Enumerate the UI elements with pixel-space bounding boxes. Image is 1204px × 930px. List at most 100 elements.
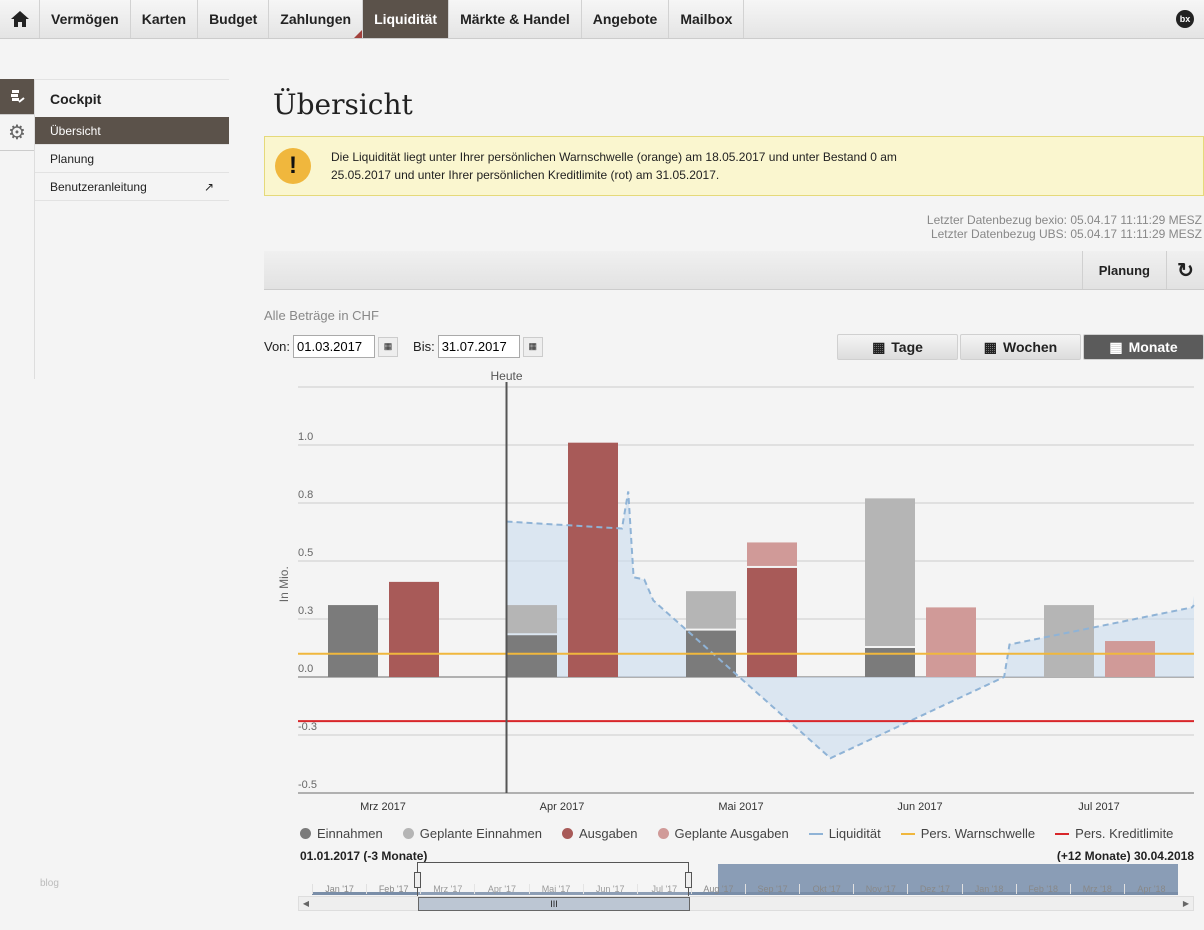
submenu-indicator xyxy=(354,30,363,38)
legend-label: Ausgaben xyxy=(578,826,638,841)
legend-label: Pers. Warnschwelle xyxy=(920,826,1036,841)
legend-label: Geplante Ausgaben xyxy=(674,826,789,841)
bar-geplante-einnahmen xyxy=(1044,605,1094,677)
calendar-icon[interactable]: ▦ xyxy=(522,336,543,357)
data-timestamps: Letzter Datenbezug bexio: 05.04.17 11:11… xyxy=(927,213,1202,241)
period-monate-button[interactable]: ▦ Monate xyxy=(1083,334,1204,360)
bar-geplante-ausgaben xyxy=(747,542,797,566)
y-tick-label: 0.3 xyxy=(298,605,313,617)
navigator-month-label: Sep '17 xyxy=(745,884,799,894)
period-label: Monate xyxy=(1128,339,1178,355)
period-wochen-button[interactable]: ▦ Wochen xyxy=(960,334,1081,360)
bis-date-input[interactable] xyxy=(437,335,520,358)
side-tabs: ⚙ xyxy=(0,79,34,151)
navigator-scrollbar[interactable]: ◀ III ▶ xyxy=(298,896,1194,911)
planung-button[interactable]: Planung xyxy=(1081,251,1166,289)
bar-ausgaben xyxy=(389,581,439,677)
navigator-start: 01.01.2017 (-3 Monate) xyxy=(300,849,428,863)
x-tick-label: Mai 2017 xyxy=(718,801,763,813)
legend-geplante-ausgaben[interactable]: Geplante Ausgaben xyxy=(657,826,789,841)
today-label: Heute xyxy=(490,369,522,383)
sidebar-item-label: Übersicht xyxy=(50,123,101,138)
alert-line: Die Liquidität liegt unter Ihrer persönl… xyxy=(331,150,897,164)
bar-geplante-ausgaben xyxy=(926,607,976,677)
legend-einnahmen[interactable]: Einnahmen xyxy=(300,826,383,841)
bar-ausgaben xyxy=(568,442,618,677)
sidebar-title: Cockpit xyxy=(35,79,229,117)
alert-line: 25.05.2017 und unter Ihrer persönlichen … xyxy=(331,168,720,182)
calendar-icon: ▦ xyxy=(983,338,998,355)
bar-geplante-einnahmen xyxy=(507,605,557,634)
calendar-icon[interactable]: ▦ xyxy=(378,336,399,357)
nav-angebote[interactable]: Angebote xyxy=(582,0,670,38)
home-icon xyxy=(10,11,29,27)
cockpit-tab[interactable] xyxy=(0,79,34,115)
sidebar-menu: Cockpit Übersicht Planung Benutzeranleit… xyxy=(35,79,229,201)
nav-zahlungen[interactable]: Zahlungen xyxy=(269,0,364,38)
bar-ausgaben xyxy=(747,567,797,677)
nav-maerkte-handel[interactable]: Märkte & Handel xyxy=(449,0,582,38)
bar-einnahmen xyxy=(328,605,378,677)
scrollbar-thumb[interactable]: III xyxy=(418,897,690,911)
home-button[interactable] xyxy=(0,0,40,38)
legend-liquiditaet[interactable]: Liquidität xyxy=(808,826,881,841)
top-navigation: Vermögen Karten Budget Zahlungen Liquidi… xyxy=(0,0,1204,39)
bis-label: Bis: xyxy=(413,339,435,354)
legend-marker xyxy=(300,828,311,839)
settings-tab[interactable]: ⚙ xyxy=(0,115,34,151)
period-label: Tage xyxy=(891,339,923,355)
legend-label: Pers. Kreditlimite xyxy=(1075,826,1174,841)
liquidity-chart: 1.0 0.8 0.5 0.3 0.0 -0.3 -0.5 In Mio. Mrz 2017 Ap… xyxy=(277,369,1195,813)
sidebar-item-uebersicht[interactable]: Übersicht xyxy=(35,117,229,145)
scroll-right-arrow[interactable]: ▶ xyxy=(1179,897,1193,911)
nav-vermoegen[interactable]: Vermögen xyxy=(40,0,131,38)
nav-liquiditaet[interactable]: Liquidität xyxy=(363,0,450,38)
nav-budget[interactable]: Budget xyxy=(198,0,270,38)
y-axis-label: In Mio. xyxy=(277,566,291,602)
timestamp-ubs: Letzter Datenbezug UBS: 05.04.17 11:11:2… xyxy=(930,227,1202,241)
external-link-icon: ↗ xyxy=(203,179,214,194)
timestamp-bexio: Letzter Datenbezug bexio: 05.04.17 11:11… xyxy=(926,213,1202,227)
bexio-logo[interactable]: bx xyxy=(1176,10,1194,28)
navigator-left-handle[interactable] xyxy=(414,872,421,888)
y-tick-label: -0.5 xyxy=(298,779,317,791)
legend-warnschwelle[interactable]: Pers. Warnschwelle xyxy=(900,826,1036,841)
refresh-button[interactable]: ↻ xyxy=(1166,251,1204,289)
refresh-icon: ↻ xyxy=(1177,259,1194,282)
y-tick-label: 0.8 xyxy=(298,489,313,501)
y-tick-label: 0.0 xyxy=(298,663,313,675)
navigator-month-label: Aug '17 xyxy=(690,884,745,894)
bar-geplante-einnahmen xyxy=(865,498,915,646)
calendar-icon: ▦ xyxy=(1109,338,1123,355)
navigator-month-label: Apr '18 xyxy=(1123,884,1178,894)
legend-geplante-einnahmen[interactable]: Geplante Einnahmen xyxy=(402,826,542,841)
sidebar-item-label: Planung xyxy=(50,151,95,166)
nav-karten[interactable]: Karten xyxy=(131,0,199,38)
von-date-input[interactable] xyxy=(293,335,376,358)
exclamation-icon: ! xyxy=(275,148,311,184)
blog-link[interactable]: blog xyxy=(40,878,59,889)
nav-mailbox[interactable]: Mailbox xyxy=(669,0,745,38)
y-tick-label: 0.5 xyxy=(298,547,313,559)
legend-label: Einnahmen xyxy=(317,826,383,841)
legend-marker xyxy=(561,828,573,839)
legend-kreditlimite[interactable]: Pers. Kreditlimite xyxy=(1055,826,1173,841)
time-navigator[interactable]: Jan '17 Feb '17 Mrz '17 Apr '17 Mai '17 Jun '… xyxy=(298,862,1194,896)
navigator-end: (+12 Monate) 30.04.2018 xyxy=(1056,849,1194,863)
navigator-month-label: Mrz '18 xyxy=(1069,884,1124,894)
coins-icon xyxy=(11,89,25,103)
von-label: Von: xyxy=(264,339,291,354)
navigator-selection[interactable] xyxy=(417,862,689,896)
y-tick-label: 1.0 xyxy=(298,431,313,443)
scroll-left-arrow[interactable]: ◀ xyxy=(299,897,313,911)
sidebar-item-planung[interactable]: Planung xyxy=(35,145,229,173)
navigator-right-handle[interactable] xyxy=(685,872,692,888)
period-label: Wochen xyxy=(1003,339,1058,355)
period-tage-button[interactable]: ▦ Tage xyxy=(837,334,958,360)
sidebar-item-benutzeranleitung[interactable]: Benutzeranleitung ↗ xyxy=(35,173,229,201)
x-tick-label: Jul 2017 xyxy=(1078,801,1120,813)
navigator-month-label: Nov '17 xyxy=(853,884,907,894)
navigator-month-label: Okt '17 xyxy=(799,884,853,894)
gear-icon: ⚙ xyxy=(8,122,26,144)
legend-ausgaben[interactable]: Ausgaben xyxy=(561,826,638,841)
